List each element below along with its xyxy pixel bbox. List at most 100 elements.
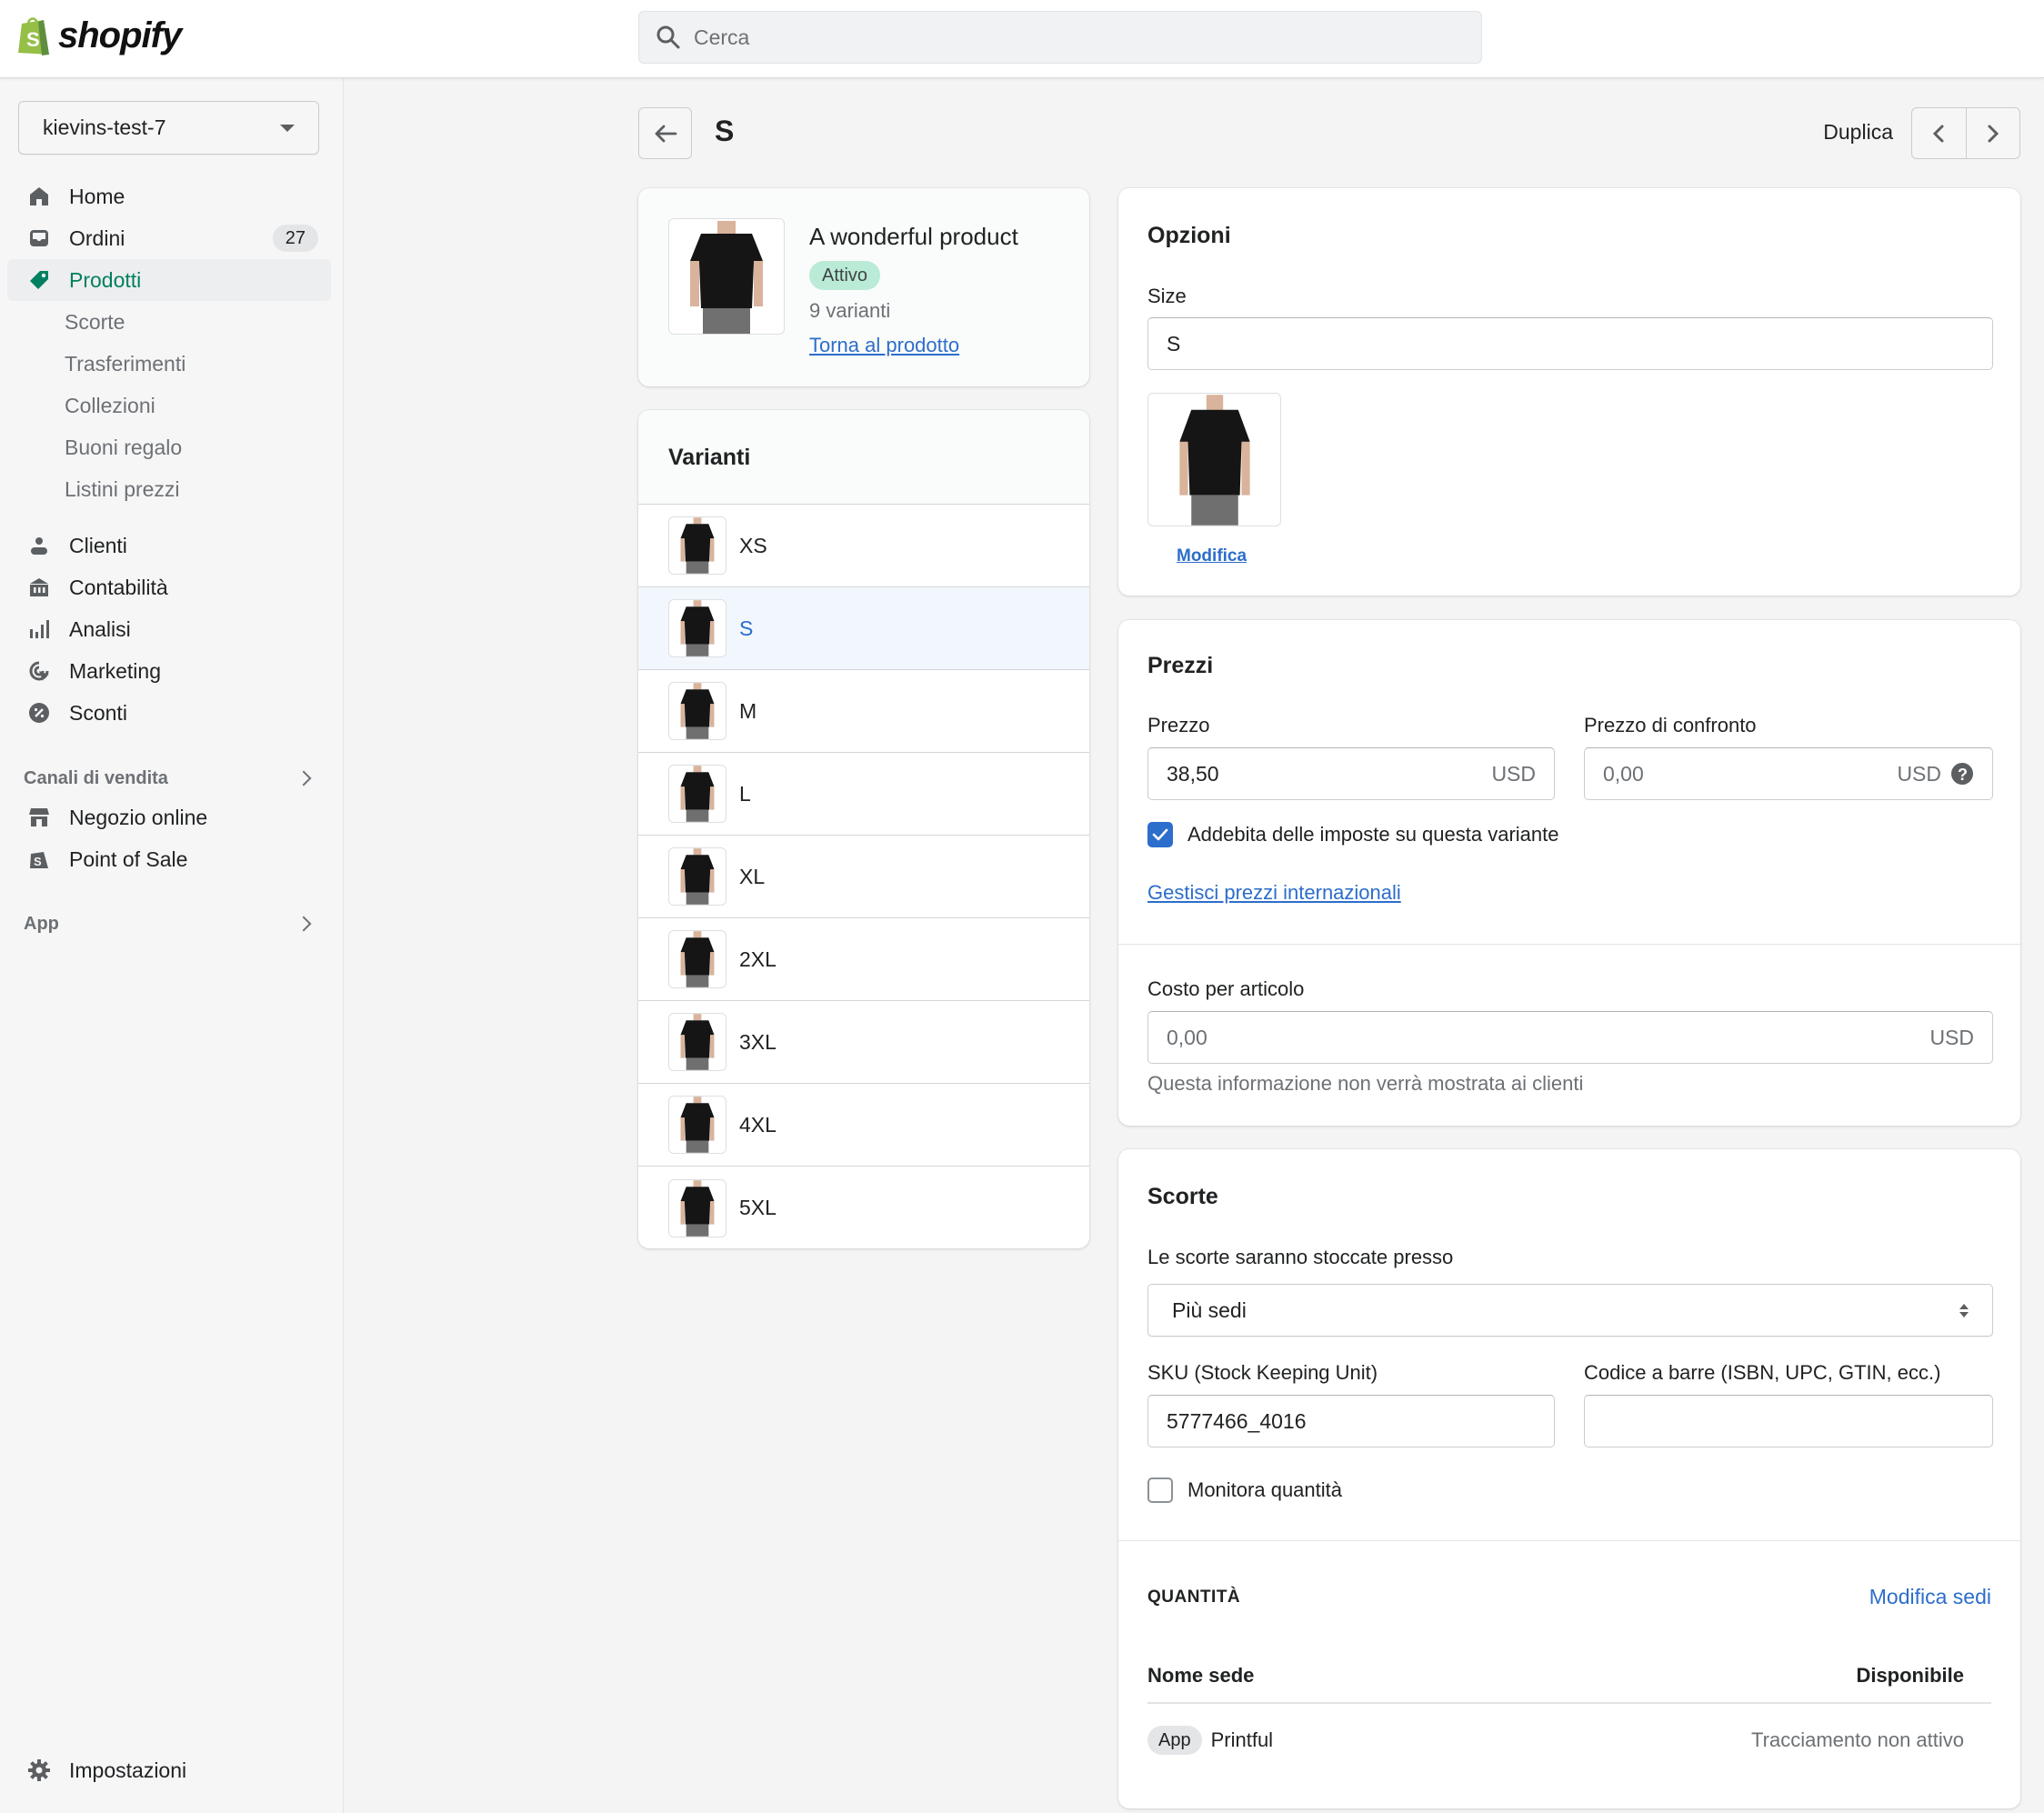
quantity-heading: QUANTITÀ: [1147, 1588, 1241, 1607]
variant-thumbnail: [668, 599, 726, 657]
bar-chart-icon: [27, 617, 51, 641]
sidebar-item-customers[interactable]: Clienti: [7, 525, 331, 566]
app-badge: App: [1147, 1726, 1202, 1755]
settings-nav: Impostazioni: [7, 1749, 331, 1791]
charge-tax-checkbox[interactable]: [1147, 822, 1173, 847]
sidebar-item-price-lists[interactable]: Listini prezzi: [7, 468, 331, 510]
variant-row[interactable]: XS: [638, 505, 1089, 587]
variant-row[interactable]: XL: [638, 836, 1089, 918]
pricing-title: Prezzi: [1147, 653, 1214, 678]
cost-help-text: Questa informazione non verrà mostrata a…: [1147, 1072, 1584, 1095]
orders-count-badge: 27: [272, 225, 318, 252]
sku-input[interactable]: 5777466_4016: [1147, 1395, 1555, 1447]
size-input[interactable]: S: [1147, 317, 1993, 370]
sidebar-item-gift-cards[interactable]: Buoni regalo: [7, 426, 331, 468]
international-pricing-link[interactable]: Gestisci prezzi internazionali: [1147, 881, 1401, 905]
back-button[interactable]: [638, 107, 692, 159]
compare-price-input[interactable]: 0,00 USD ?: [1584, 747, 1993, 800]
page-title: S: [715, 115, 735, 147]
compare-price-label: Prezzo di confronto: [1584, 714, 1757, 736]
track-quantity-checkbox[interactable]: [1147, 1477, 1173, 1503]
chevron-right-icon: [296, 916, 312, 932]
variant-row[interactable]: 4XL: [638, 1084, 1089, 1167]
apps-label: App: [24, 913, 59, 934]
top-bar: S shopify: [0, 0, 2044, 78]
variant-thumbnail: [668, 1096, 726, 1154]
variant-image[interactable]: [1147, 393, 1281, 526]
variant-row[interactable]: S: [638, 587, 1089, 670]
tshirt-image: [1178, 395, 1250, 526]
inventory-title: Scorte: [1147, 1184, 1218, 1209]
track-quantity-label: Monitora quantità: [1187, 1478, 1342, 1501]
back-to-product-link[interactable]: Torna al prodotto: [809, 334, 959, 357]
sales-channels-header[interactable]: Canali di vendita: [7, 760, 331, 796]
sidebar-item-settings[interactable]: Impostazioni: [7, 1749, 331, 1791]
caret-down-icon: [280, 124, 295, 132]
orders-icon: [27, 226, 51, 250]
tshirt-image: [690, 221, 763, 334]
compare-price-placeholder: 0,00: [1603, 761, 1644, 786]
sidebar-item-products[interactable]: Prodotti: [7, 259, 331, 301]
divider: [1118, 944, 2020, 945]
sidebar-item-discounts[interactable]: Sconti: [7, 692, 331, 734]
sidebar-item-label: Negozio online: [69, 805, 208, 829]
options-title: Opzioni: [1147, 223, 1231, 248]
compare-price-currency: USD: [1897, 761, 1941, 786]
svg-text:S: S: [26, 28, 40, 51]
variant-pagination: [1911, 107, 2020, 159]
sidebar-item-label: Analisi: [69, 616, 131, 641]
sidebar-item-collections[interactable]: Collezioni: [7, 385, 331, 426]
variant-thumbnail: [668, 930, 726, 988]
tshirt-image: [680, 1097, 715, 1153]
sidebar-item-label: Scorte: [65, 309, 125, 334]
sidebar-item-transfers[interactable]: Trasferimenti: [7, 343, 331, 385]
tshirt-image: [680, 766, 715, 822]
search-bar[interactable]: [638, 11, 1482, 64]
sidebar-item-analytics[interactable]: Analisi: [7, 608, 331, 650]
sidebar-item-inventory[interactable]: Scorte: [7, 301, 331, 343]
store-selector[interactable]: kievins-test-7: [18, 101, 319, 155]
sidebar-item-orders[interactable]: Ordini 27: [7, 217, 331, 259]
next-variant-button[interactable]: [1965, 108, 2020, 158]
variant-list: XS S M L XL 2XL 3XL 4XL 5XL: [638, 505, 1089, 1248]
tag-icon: [27, 268, 51, 292]
store-icon: [27, 806, 51, 829]
sidebar-item-finances[interactable]: Contabilità: [7, 566, 331, 608]
sku-value: 5777466_4016: [1167, 1408, 1307, 1433]
sidebar-item-online-store[interactable]: Negozio online: [7, 796, 331, 838]
variant-row[interactable]: 3XL: [638, 1001, 1089, 1084]
variants-card: Varianti XS S M L XL 2XL 3XL 4XL 5XL: [638, 410, 1089, 1248]
sidebar-item-label: Sconti: [69, 700, 127, 725]
shopify-logo[interactable]: S shopify: [16, 15, 182, 56]
sidebar-item-label: Clienti: [69, 533, 127, 557]
search-icon: [656, 25, 680, 49]
variant-row[interactable]: 5XL: [638, 1167, 1089, 1248]
product-name: A wonderful product: [809, 223, 1018, 250]
edit-image-link[interactable]: Modifica: [1177, 546, 1247, 566]
variant-row[interactable]: M: [638, 670, 1089, 753]
edit-locations-link[interactable]: Modifica sedi: [1869, 1585, 1991, 1609]
sidebar-item-point-of-sale[interactable]: S Point of Sale: [7, 838, 331, 880]
pos-bag-icon: S: [27, 847, 51, 871]
table-divider: [1147, 1702, 1991, 1704]
previous-variant-button[interactable]: [1912, 108, 1966, 158]
variant-row[interactable]: L: [638, 753, 1089, 836]
variant-label: 2XL: [739, 947, 777, 971]
sidebar-item-home[interactable]: Home: [7, 175, 331, 217]
apps-header[interactable]: App: [7, 906, 331, 942]
price-input[interactable]: 38,50 USD: [1147, 747, 1555, 800]
sidebar-item-marketing[interactable]: Marketing: [7, 650, 331, 692]
variant-label: L: [739, 781, 751, 806]
search-input[interactable]: [694, 25, 1476, 50]
discount-icon: [27, 701, 51, 725]
apps-nav: App: [7, 906, 331, 942]
chevron-right-icon: [296, 770, 312, 786]
help-icon[interactable]: ?: [1950, 762, 1974, 786]
location-select[interactable]: Più sedi: [1147, 1284, 1993, 1337]
variant-row[interactable]: 2XL: [638, 918, 1089, 1001]
sidebar-item-label: Trasferimenti: [65, 351, 186, 376]
svg-text:?: ?: [1958, 766, 1968, 784]
cost-input[interactable]: 0,00 USD: [1147, 1011, 1993, 1064]
duplicate-button[interactable]: Duplica: [1823, 120, 1893, 145]
barcode-input[interactable]: [1584, 1395, 1993, 1447]
